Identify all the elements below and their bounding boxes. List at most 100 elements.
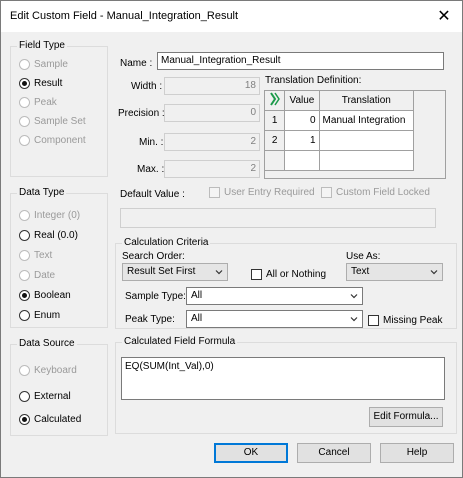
checkbox-box xyxy=(251,268,262,280)
radio-data-type-real[interactable]: Real (0.0) xyxy=(19,228,78,242)
ok-button[interactable]: OK xyxy=(214,443,288,463)
formula-textarea[interactable]: EQ(SUM(Int_Val),0) xyxy=(121,357,445,400)
radio-circle xyxy=(19,229,30,241)
data-type-group: Data Type Integer (0) Real (0.0) Text Da… xyxy=(10,187,108,328)
width-field[interactable]: 18 xyxy=(164,77,260,95)
table-cell-translation[interactable]: Manual Integration xyxy=(318,110,415,131)
data-source-group: Data Source Keyboard External Calculated xyxy=(10,338,108,436)
search-order-select[interactable]: Result Set First xyxy=(122,263,228,281)
table-cell-translation[interactable] xyxy=(318,150,415,171)
width-label: Width : xyxy=(131,81,163,92)
radio-circle xyxy=(19,249,30,261)
min-field[interactable]: 2 xyxy=(164,133,260,151)
checkbox-box xyxy=(321,186,332,198)
radio-field-type-sample[interactable]: Sample xyxy=(19,57,68,71)
select-value: All xyxy=(191,290,203,301)
field-type-label: Field Type xyxy=(17,40,67,52)
cancel-button[interactable]: Cancel xyxy=(297,443,371,463)
translation-definition-label: Translation Definition: xyxy=(265,75,362,86)
sample-type-select[interactable]: All xyxy=(186,287,363,305)
edit-custom-field-dialog: Edit Custom Field - Manual_Integration_R… xyxy=(0,0,463,478)
table-cell-value[interactable]: 0 xyxy=(284,110,320,131)
table-cell-translation[interactable] xyxy=(318,130,415,151)
radio-circle xyxy=(19,77,30,89)
radio-label: Peak xyxy=(34,96,57,108)
title-bar: Edit Custom Field - Manual_Integration_R… xyxy=(1,1,462,32)
precision-label: Precision : xyxy=(118,108,165,119)
radio-label: Integer (0) xyxy=(34,209,81,221)
table-cell-value[interactable] xyxy=(284,150,320,171)
radio-field-type-result[interactable]: Result xyxy=(19,76,62,90)
checkbox-label: Missing Peak xyxy=(383,314,443,326)
radio-data-source-calculated[interactable]: Calculated xyxy=(19,412,81,426)
default-value-field[interactable] xyxy=(120,208,436,228)
checkbox-box xyxy=(368,314,379,326)
all-or-nothing-checkbox[interactable]: All or Nothing xyxy=(251,267,326,281)
max-field[interactable]: 2 xyxy=(164,160,260,178)
chevron-down-icon xyxy=(350,294,358,299)
column-header-translation: Translation xyxy=(318,90,415,111)
help-button[interactable]: Help xyxy=(380,443,454,463)
radio-data-source-keyboard[interactable]: Keyboard xyxy=(19,363,77,377)
data-type-label: Data Type xyxy=(17,187,67,199)
name-label: Name : xyxy=(120,58,153,69)
use-as-select[interactable]: Text xyxy=(346,263,443,281)
radio-label: Date xyxy=(34,269,56,281)
radio-circle xyxy=(19,269,30,281)
select-value: Text xyxy=(351,266,370,277)
missing-peak-checkbox[interactable]: Missing Peak xyxy=(368,313,442,327)
radio-circle xyxy=(19,58,30,70)
radio-label: Sample Set xyxy=(34,115,86,127)
chevron-down-icon xyxy=(430,270,438,275)
checkbox-label: Custom Field Locked xyxy=(336,186,430,198)
radio-label: Text xyxy=(34,249,53,261)
radio-circle xyxy=(19,209,30,221)
peak-type-select[interactable]: All xyxy=(186,310,363,328)
window-title: Edit Custom Field - Manual_Integration_R… xyxy=(10,10,239,22)
search-order-label: Search Order: xyxy=(122,251,185,262)
precision-field[interactable]: 0 xyxy=(164,104,260,122)
radio-circle xyxy=(19,390,30,402)
table-row[interactable]: 2 1 xyxy=(263,130,415,151)
column-header-value: Value xyxy=(284,90,320,111)
radio-label: Component xyxy=(34,134,86,146)
radio-data-source-external[interactable]: External xyxy=(19,389,71,403)
radio-circle xyxy=(19,413,30,425)
checkbox-label: User Entry Required xyxy=(224,186,315,198)
radio-label: Result xyxy=(34,77,63,89)
radio-data-type-date[interactable]: Date xyxy=(19,268,55,282)
select-all-corner[interactable] xyxy=(263,90,286,111)
peak-type-label: Peak Type: xyxy=(125,314,175,325)
use-as-label: Use As: xyxy=(346,251,381,262)
name-field[interactable]: Manual_Integration_Result xyxy=(157,52,444,70)
radio-field-type-component[interactable]: Component xyxy=(19,133,86,147)
radio-label: Real (0.0) xyxy=(34,229,78,241)
max-label: Max. : xyxy=(137,164,165,175)
table-corner-icon xyxy=(269,92,280,106)
radio-data-type-integer[interactable]: Integer (0) xyxy=(19,208,80,222)
radio-circle xyxy=(19,289,30,301)
calculation-criteria-label: Calculation Criteria xyxy=(122,237,211,249)
radio-field-type-sample-set[interactable]: Sample Set xyxy=(19,114,86,128)
radio-label: Enum xyxy=(34,309,61,321)
radio-data-type-enum[interactable]: Enum xyxy=(19,308,60,322)
radio-data-type-boolean[interactable]: Boolean xyxy=(19,288,71,302)
radio-field-type-peak[interactable]: Peak xyxy=(19,95,57,109)
radio-label: External xyxy=(34,390,71,402)
table-row-new[interactable] xyxy=(263,150,415,171)
chevron-down-icon xyxy=(215,270,223,275)
radio-label: Sample xyxy=(34,58,68,70)
radio-data-type-text[interactable]: Text xyxy=(19,248,52,262)
table-row[interactable]: 1 0 Manual Integration xyxy=(263,110,415,131)
close-icon[interactable]: ✕ xyxy=(426,1,462,32)
calculated-field-formula-label: Calculated Field Formula xyxy=(122,336,238,348)
user-entry-required-checkbox[interactable]: User Entry Required xyxy=(209,185,315,199)
sample-type-label: Sample Type: xyxy=(125,291,186,302)
custom-field-locked-checkbox[interactable]: Custom Field Locked xyxy=(321,185,430,199)
radio-label: Boolean xyxy=(34,289,71,301)
select-value: Result Set First xyxy=(127,266,196,277)
table-cell-value[interactable]: 1 xyxy=(284,130,320,151)
default-value-label: Default Value : xyxy=(120,189,185,200)
radio-circle xyxy=(19,364,30,376)
edit-formula-button[interactable]: Edit Formula... xyxy=(369,407,443,427)
